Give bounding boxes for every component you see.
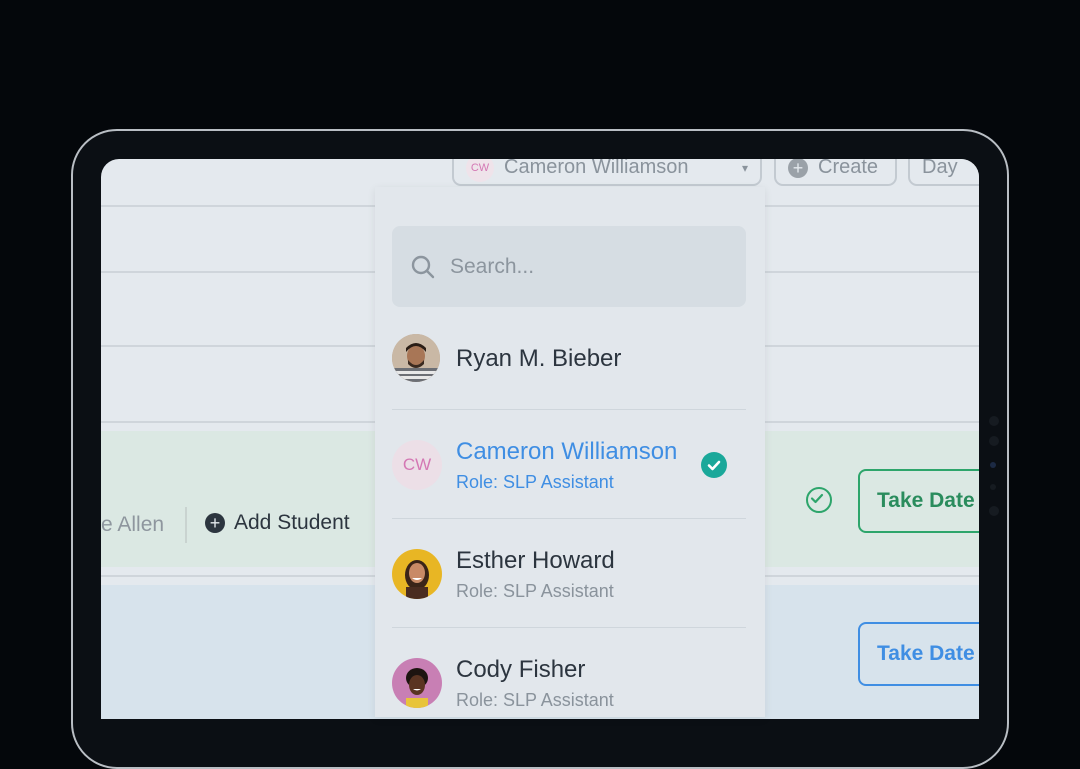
avatar-initials: CW xyxy=(402,455,432,474)
camera-sensor xyxy=(989,436,999,446)
add-student-label: Add Student xyxy=(234,511,350,534)
check-circle-icon xyxy=(806,487,832,513)
divider xyxy=(392,627,746,628)
user-option-selected[interactable]: CW Cameron Williamson Role: SLP Assistan… xyxy=(392,430,746,538)
camera-sensor xyxy=(990,484,996,490)
avatar: CW xyxy=(392,440,442,490)
camera-sensor xyxy=(990,462,996,468)
avatar xyxy=(392,334,440,382)
plus-icon: + xyxy=(788,159,808,178)
divider xyxy=(392,409,746,410)
divider xyxy=(185,507,187,543)
camera-sensor xyxy=(989,506,999,516)
add-student-button[interactable]: + Add Student xyxy=(205,511,350,535)
user-option[interactable]: Cody Fisher Role: SLP Assistant xyxy=(392,648,746,756)
camera-sensor xyxy=(989,416,999,426)
search-field[interactable] xyxy=(392,226,746,307)
search-input[interactable] xyxy=(448,253,732,280)
avatar xyxy=(392,549,442,599)
user-role: Role: SLP Assistant xyxy=(456,472,614,492)
user-role: Role: SLP Assistant xyxy=(456,581,614,601)
divider xyxy=(392,518,746,519)
user-selector-name: Cameron Williamson xyxy=(504,159,689,178)
create-button[interactable]: + Create xyxy=(774,159,897,186)
view-label: Day xyxy=(922,159,958,178)
user-selector-avatar: CW xyxy=(466,159,494,182)
take-data-button[interactable]: Take Date xyxy=(858,469,979,533)
view-select[interactable]: Day xyxy=(908,159,979,186)
check-icon xyxy=(701,452,727,478)
student-name[interactable]: e Allen xyxy=(101,513,164,537)
user-name: Esther Howard xyxy=(456,547,615,574)
plus-icon: + xyxy=(205,513,225,533)
take-data-button[interactable]: Take Date xyxy=(858,622,979,686)
user-dropdown: Ryan M. Bieber CW Cameron Williamson Rol… xyxy=(375,187,765,717)
user-name: Cameron Williamson xyxy=(456,438,678,465)
user-name: Ryan M. Bieber xyxy=(456,345,622,372)
user-name: Cody Fisher xyxy=(456,656,586,683)
user-selector[interactable]: CW Cameron Williamson ▾ xyxy=(452,159,762,186)
user-option[interactable]: Ryan M. Bieber xyxy=(392,321,746,429)
user-option[interactable]: Esther Howard Role: SLP Assistant xyxy=(392,539,746,647)
search-icon xyxy=(411,255,435,278)
chevron-down-icon: ▾ xyxy=(741,160,748,175)
create-label: Create xyxy=(818,159,879,178)
